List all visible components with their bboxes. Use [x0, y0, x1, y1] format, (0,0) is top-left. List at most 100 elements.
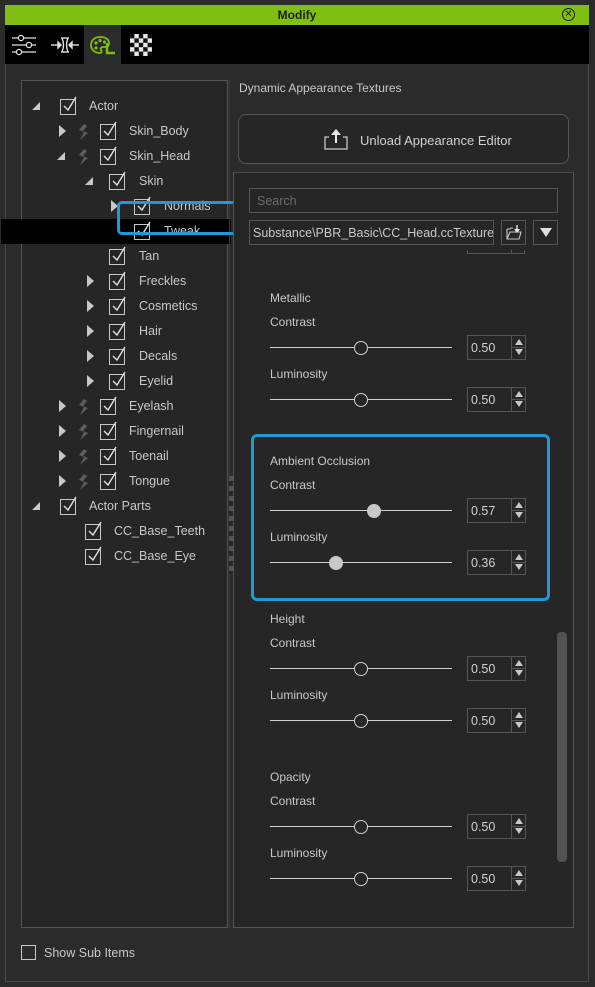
tree-item-checkbox[interactable] [100, 396, 117, 415]
tree-item[interactable]: Tongue [22, 469, 229, 494]
tree-item-checkbox[interactable] [109, 346, 126, 365]
tree-item[interactable]: Skin_Body [22, 119, 229, 144]
tree-item-checkbox[interactable] [60, 496, 77, 515]
tree-item-label: Decals [139, 349, 178, 363]
appearance-palette-icon [89, 35, 115, 54]
show-sub-items-label: Show Sub Items [44, 946, 136, 960]
spinbox-arrows [511, 815, 526, 838]
tree-item-checkbox[interactable] [109, 321, 126, 340]
spinbox-opacity-contrast[interactable]: 0.50 [467, 814, 526, 839]
section-title: Dynamic Appearance Textures [239, 81, 402, 95]
tree-item-checkbox[interactable] [109, 371, 126, 390]
expand-arrow-icon[interactable] [59, 475, 66, 487]
tree-item-checkbox[interactable] [100, 421, 117, 440]
tree-item-label: Cosmetics [139, 299, 198, 313]
spin-up-arrow-icon[interactable] [515, 870, 523, 876]
skin-material-icon [77, 449, 89, 465]
tab-morph[interactable] [46, 25, 83, 64]
texture-path-field[interactable] [249, 220, 494, 245]
close-circle-icon[interactable]: ✕ [562, 8, 575, 21]
tree-item[interactable]: Tan [22, 244, 229, 269]
unload-appearance-editor-button[interactable]: Unload Appearance Editor [238, 114, 569, 164]
param-label-luminosity: Luminosity [270, 846, 328, 860]
checkerboard-icon [129, 33, 152, 56]
tree-item-checkbox[interactable] [109, 171, 126, 190]
spin-down-arrow-icon[interactable] [515, 880, 523, 886]
tree-item[interactable]: Fingernail [22, 419, 229, 444]
tree-item-label: CC_Base_Eye [114, 549, 196, 563]
tree-item-label: Actor Parts [89, 499, 151, 513]
expand-arrow-icon[interactable] [87, 325, 94, 337]
slider-opacity-contrast[interactable] [270, 820, 452, 834]
spinbox-value[interactable]: 0.50 [471, 820, 507, 834]
ambient-occlusion-highlight-box [251, 434, 550, 601]
sliders-icon [11, 34, 36, 55]
tree-item[interactable]: Freckles [22, 269, 229, 294]
collapse-arrow-icon[interactable] [32, 502, 40, 510]
tree-item[interactable]: CC_Base_Eye [22, 544, 229, 569]
tree-item-checkbox[interactable] [100, 446, 117, 465]
expand-arrow-icon[interactable] [87, 375, 94, 387]
preset-dropdown-button[interactable] [533, 220, 558, 245]
tab-appearance[interactable] [84, 25, 121, 64]
tree-item-checkbox[interactable] [100, 146, 117, 165]
tree-item[interactable]: CC_Base_Teeth [22, 519, 229, 544]
tree-item-checkbox[interactable] [109, 271, 126, 290]
tree-item-checkbox[interactable] [109, 296, 126, 315]
expand-arrow-icon[interactable] [87, 300, 94, 312]
spinbox-value[interactable]: 0.50 [471, 872, 507, 886]
search-input[interactable] [249, 188, 558, 213]
tree-item-label: Toenail [129, 449, 169, 463]
tree-item-label: Tan [139, 249, 160, 263]
slider-knob[interactable] [354, 820, 368, 834]
slider-knob[interactable] [354, 872, 368, 886]
tree-item[interactable]: Decals [22, 344, 229, 369]
tree-item[interactable]: Skin [22, 169, 229, 194]
expand-arrow-icon[interactable] [59, 400, 66, 412]
tree-item-checkbox[interactable] [100, 471, 117, 490]
spin-up-arrow-icon[interactable] [515, 818, 523, 824]
tree-item-checkbox[interactable] [109, 246, 126, 265]
collapse-arrow-icon[interactable] [85, 177, 93, 185]
collapse-arrow-icon[interactable] [32, 102, 40, 110]
tree-item[interactable]: Toenail [22, 444, 229, 469]
window-title: Modify [277, 8, 317, 22]
tab-texture[interactable] [122, 25, 159, 64]
spin-down-arrow-icon[interactable] [515, 828, 523, 834]
expand-arrow-icon[interactable] [87, 350, 94, 362]
slider-opacity-luminosity[interactable] [270, 872, 452, 886]
skin-material-icon [77, 424, 89, 440]
tree-item-label: Hair [139, 324, 162, 338]
tree-item[interactable]: Actor [22, 94, 229, 119]
tree-item-label: Eyelash [129, 399, 174, 413]
tree-item[interactable]: Hair [22, 319, 229, 344]
expand-arrow-icon[interactable] [87, 275, 94, 287]
unload-appearance-editor-label: Unload Appearance Editor [360, 133, 512, 148]
expand-arrow-icon[interactable] [59, 125, 66, 137]
tree-item[interactable]: Cosmetics [22, 294, 229, 319]
tree-item[interactable]: Eyelid [22, 369, 229, 394]
vertical-scrollbar-thumb[interactable] [557, 632, 567, 862]
skin-material-icon [77, 399, 89, 415]
tree-item-label: Freckles [139, 274, 187, 288]
expand-arrow-icon[interactable] [59, 450, 66, 462]
tree-item-checkbox[interactable] [85, 546, 102, 565]
spinbox-divider [512, 826, 526, 827]
spinbox-opacity-luminosity[interactable]: 0.50 [467, 866, 526, 891]
tree-item[interactable]: Skin_Head [22, 144, 229, 169]
collapse-arrow-icon[interactable] [57, 152, 65, 160]
tree-item-checkbox[interactable] [85, 521, 102, 540]
tab-sliders[interactable] [5, 25, 42, 64]
load-texture-button[interactable] [501, 220, 526, 245]
tree-item[interactable]: Actor Parts [22, 494, 229, 519]
tree-item-label: Skin [139, 174, 164, 188]
tree-item-checkbox[interactable] [60, 96, 77, 115]
skin-material-icon [77, 124, 89, 140]
morph-compress-icon [50, 36, 79, 53]
tree-item[interactable]: Eyelash [22, 394, 229, 419]
tree-item-checkbox[interactable] [100, 121, 117, 140]
expand-arrow-icon[interactable] [59, 425, 66, 437]
show-sub-items-checkbox[interactable] [21, 945, 36, 960]
spinbox-arrows [511, 867, 526, 890]
skin-material-icon [77, 474, 89, 490]
